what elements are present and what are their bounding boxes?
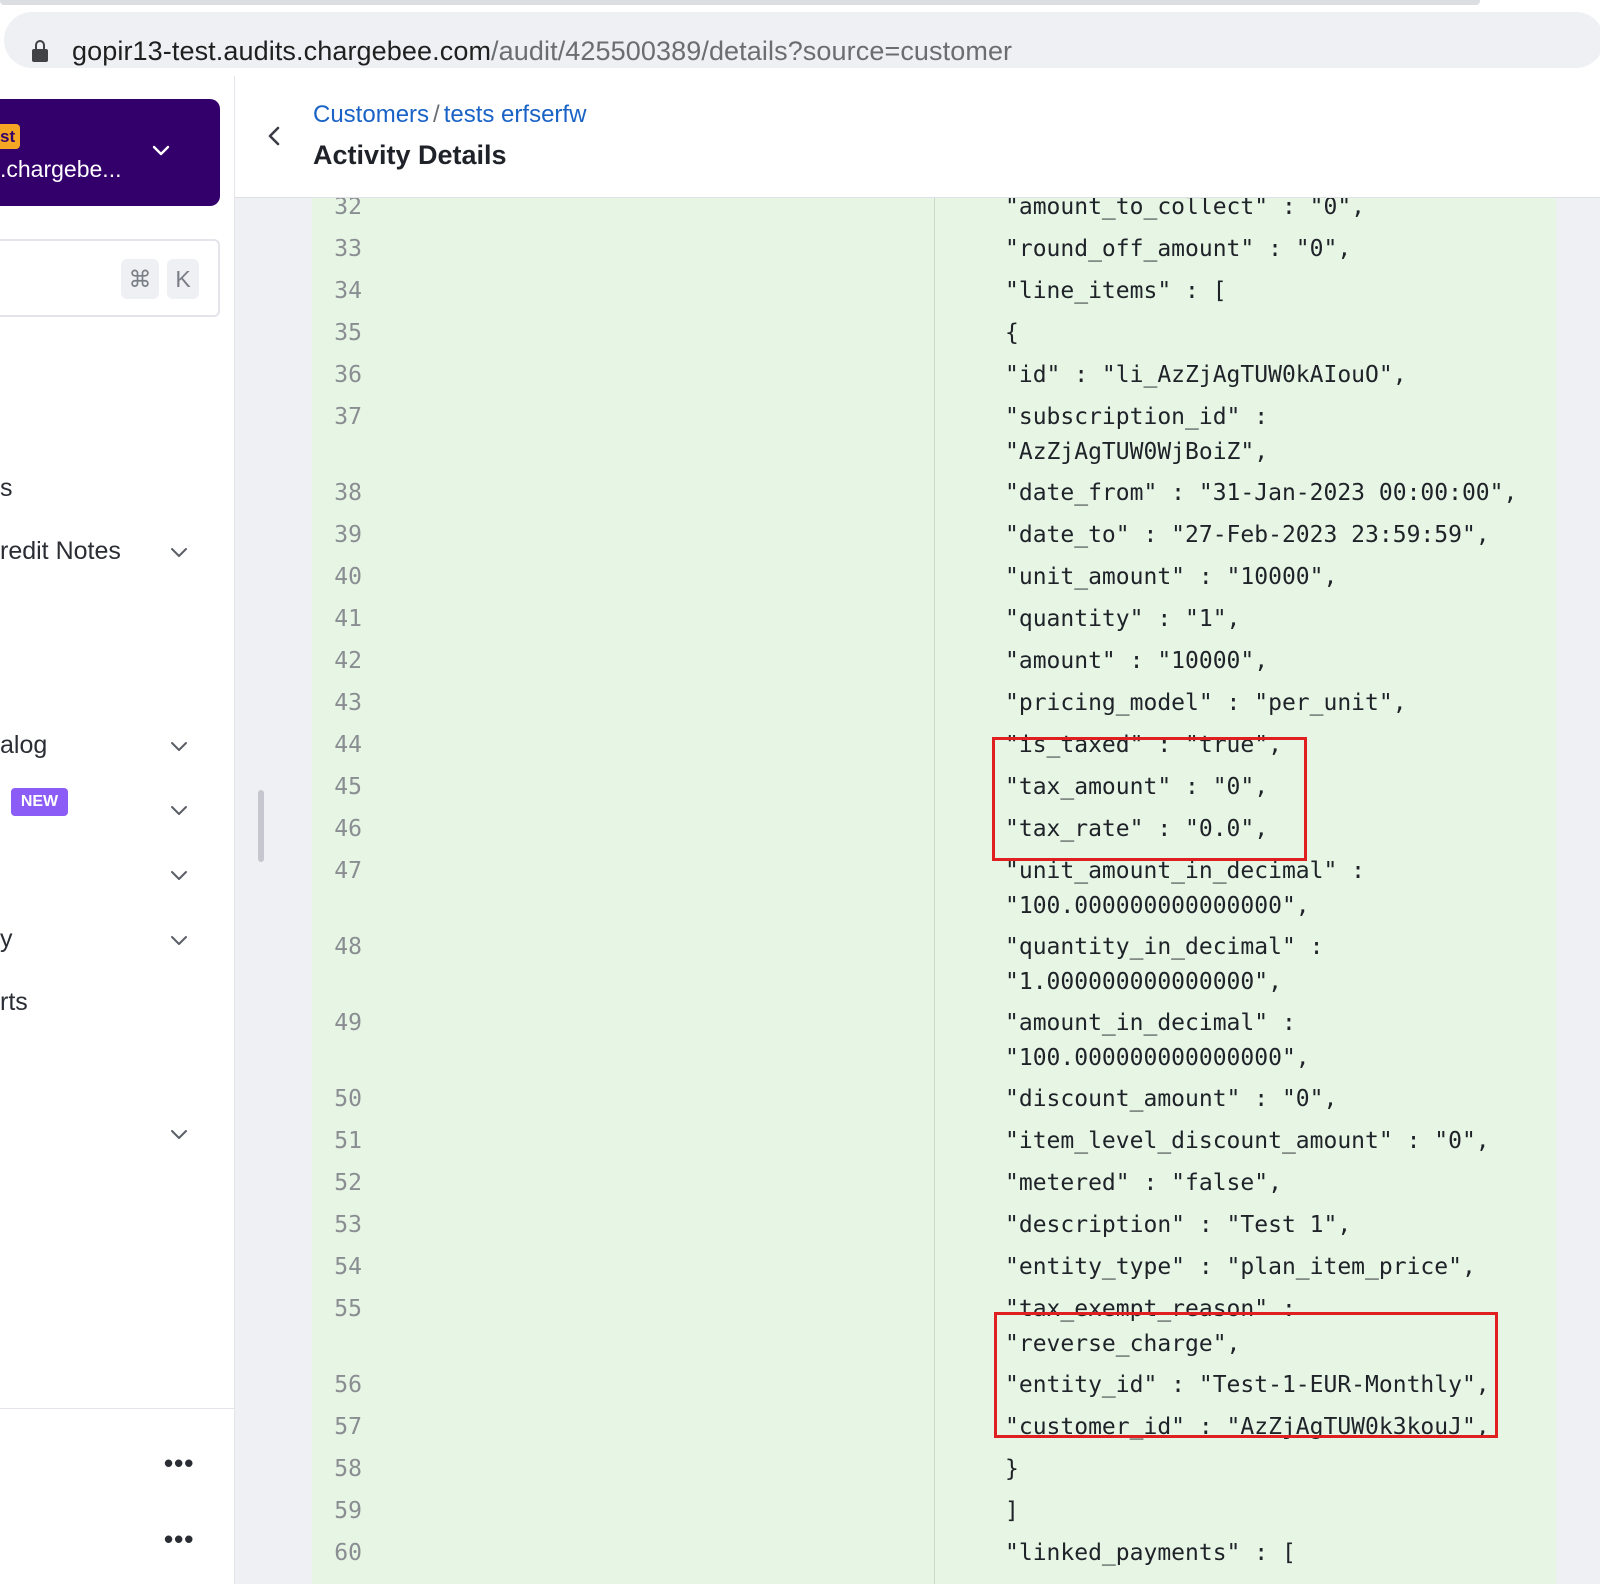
code-text: "subscription_id" : "AzZjAgTUW0WjBoiZ", <box>1005 404 1269 465</box>
line-number: 42 <box>334 648 362 674</box>
sidebar-resize-handle[interactable] <box>258 790 264 862</box>
line-number: 51 <box>334 1128 362 1154</box>
code-text: "quantity" : "1", <box>1005 606 1241 632</box>
line-number: 57 <box>334 1414 362 1440</box>
code-text: "round_off_amount" : "0", <box>1005 236 1352 262</box>
breadcrumb-separator: / <box>433 101 440 128</box>
diff-divider <box>934 198 935 1584</box>
line-number: 52 <box>334 1170 362 1196</box>
breadcrumb-customer-link[interactable]: tests erfserfw <box>444 101 587 128</box>
url-host: gopir13-test.audits.chargebee.com <box>72 36 492 66</box>
highlight-box-tax-fields <box>992 737 1307 861</box>
code-text: ] <box>1005 1498 1019 1524</box>
code-text: "discount_amount" : "0", <box>1005 1086 1338 1112</box>
chevron-down-icon[interactable] <box>168 541 190 563</box>
code-text: "amount_to_collect" : "0", <box>1005 198 1366 220</box>
sidebar: st .chargebe... ⌘ K s redit Notes alog N… <box>0 76 235 1584</box>
line-number: 34 <box>334 278 362 304</box>
chevron-down-icon[interactable] <box>168 799 190 821</box>
line-number: 58 <box>334 1456 362 1482</box>
code-text: "linked_payments" : [ <box>1005 1540 1296 1566</box>
line-number: 39 <box>334 522 362 548</box>
line-number: 54 <box>334 1254 362 1280</box>
activity-diff-panel[interactable]: 32 "amount_to_collect" : "0", 33 "round_of… <box>312 198 1556 1584</box>
browser-address-bar: gopir13-test.audits.chargebee.com/audit/… <box>0 0 1600 76</box>
code-text: "quantity_in_decimal" : "1.0000000000000… <box>1005 934 1324 995</box>
code-text: "entity_type" : "plan_item_price", <box>1005 1254 1476 1280</box>
page-header: Customers / tests erfserfw Activity Detail… <box>235 76 1600 198</box>
code-text: "date_to" : "27-Feb-2023 23:59:59", <box>1005 522 1490 548</box>
line-number: 47 <box>334 858 362 884</box>
line-number: 41 <box>334 606 362 632</box>
sidebar-item-credit-notes[interactable]: redit Notes <box>0 537 121 566</box>
tab-strip-edge <box>0 0 1480 5</box>
chevron-down-icon[interactable] <box>168 1123 190 1145</box>
search-input[interactable]: ⌘ K <box>0 239 220 317</box>
highlight-box-exemption-fields <box>994 1312 1498 1438</box>
line-number: 32 <box>334 198 362 220</box>
url-text[interactable]: gopir13-test.audits.chargebee.com/audit/… <box>72 36 1012 67</box>
line-number: 59 <box>334 1498 362 1524</box>
site-switcher[interactable]: st .chargebe... <box>0 99 220 206</box>
line-number: 43 <box>334 690 362 716</box>
code-text: "pricing_model" : "per_unit", <box>1005 690 1407 716</box>
sidebar-item-6[interactable]: y <box>0 925 13 954</box>
code-text: "amount_in_decimal" : "100.0000000000000… <box>1005 1010 1310 1071</box>
breadcrumb-customers-link[interactable]: Customers <box>313 101 429 128</box>
line-number: 50 <box>334 1086 362 1112</box>
line-number: 56 <box>334 1372 362 1398</box>
line-number: 46 <box>334 816 362 842</box>
site-name: .chargebe... <box>0 156 122 182</box>
sidebar-item-catalog[interactable]: alog <box>0 731 47 760</box>
sidebar-item-1[interactable]: s <box>0 474 13 503</box>
more-options-icon[interactable]: ••• <box>164 1526 194 1552</box>
k-key-hint: K <box>167 259 199 299</box>
code-text: "unit_amount" : "10000", <box>1005 564 1338 590</box>
line-number: 55 <box>334 1296 362 1322</box>
line-number: 37 <box>334 404 362 430</box>
page-title: Activity Details <box>313 140 507 170</box>
code-text: "line_items" : [ <box>1005 278 1227 304</box>
code-text: "description" : "Test 1", <box>1005 1212 1352 1238</box>
code-text: } <box>1005 1456 1019 1482</box>
line-number: 40 <box>334 564 362 590</box>
line-number: 35 <box>334 320 362 346</box>
code-text: { <box>1005 320 1019 346</box>
command-key-icon: ⌘ <box>121 259 159 299</box>
sidebar-divider <box>0 1408 235 1409</box>
line-number: 49 <box>334 1010 362 1036</box>
more-options-icon[interactable]: ••• <box>164 1450 194 1476</box>
code-text: "unit_amount_in_decimal" : "100.00000000… <box>1005 858 1366 919</box>
site-env-badge: st <box>0 124 20 149</box>
code-text: "id" : "li_AzZjAgTUW0kAIouO", <box>1005 362 1407 388</box>
url-path: /audit/425500389/details?source=customer <box>491 36 1013 66</box>
sidebar-item-reports[interactable]: rts <box>0 988 28 1017</box>
chevron-down-icon[interactable] <box>168 735 190 757</box>
line-number: 45 <box>334 774 362 800</box>
line-number: 38 <box>334 480 362 506</box>
line-number: 36 <box>334 362 362 388</box>
chevron-down-icon <box>152 145 170 156</box>
chevron-down-icon[interactable] <box>168 929 190 951</box>
breadcrumb: Customers / tests erfserfw <box>313 101 586 129</box>
lock-icon[interactable] <box>32 40 48 62</box>
line-number: 53 <box>334 1212 362 1238</box>
new-badge: NEW <box>11 788 68 816</box>
line-number: 44 <box>334 732 362 758</box>
code-text: "date_from" : "31-Jan-2023 00:00:00", <box>1005 480 1518 506</box>
url-field[interactable]: gopir13-test.audits.chargebee.com/audit/… <box>4 12 1600 68</box>
code-text: "metered" : "false", <box>1005 1170 1282 1196</box>
line-number: 33 <box>334 236 362 262</box>
line-number: 48 <box>334 934 362 960</box>
code-text: "amount" : "10000", <box>1005 648 1269 674</box>
chevron-down-icon[interactable] <box>168 864 190 886</box>
line-number: 60 <box>334 1540 362 1566</box>
back-arrow-icon[interactable] <box>263 124 287 148</box>
code-text: "item_level_discount_amount" : "0", <box>1005 1128 1490 1154</box>
